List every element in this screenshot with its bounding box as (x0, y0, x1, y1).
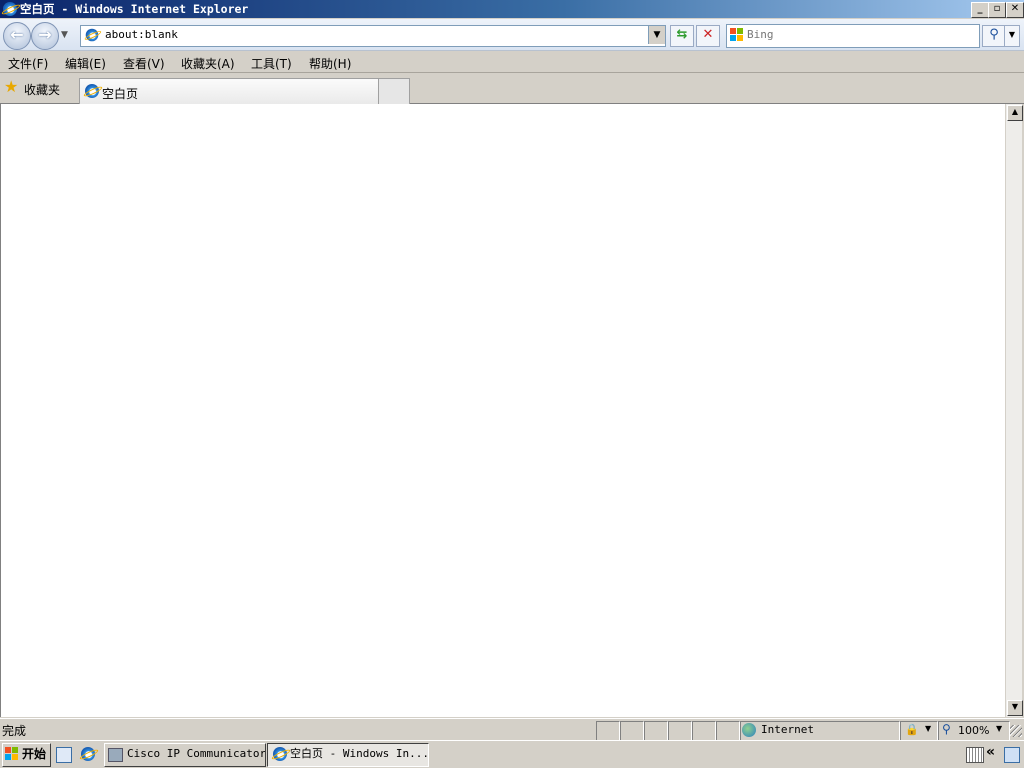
refresh-button[interactable]: ⇆ (670, 25, 694, 47)
security-zone[interactable]: Internet (740, 721, 900, 741)
new-tab-button[interactable] (378, 78, 410, 105)
navigation-bar: ← → ▼ about:blank ▼ ⇆ ✕ Bing ⚲ ▼ (0, 19, 1024, 51)
maximize-button[interactable]: ▫ (988, 2, 1006, 18)
menu-edit[interactable]: 编辑(E) (65, 55, 106, 72)
protected-mode-button[interactable]: 🔒 ▼ (900, 721, 938, 741)
zoom-button[interactable]: ⚲ 100% ▼ (938, 721, 1010, 741)
taskbar-button-ie[interactable]: 空白页 - Windows In... (267, 743, 429, 767)
favorites-bar: ★ 收藏夹 空白页 (0, 74, 1024, 105)
start-button[interactable]: 开始 (2, 743, 51, 767)
status-text: 完成 (2, 724, 27, 738)
menu-favorites[interactable]: 收藏夹(A) (181, 55, 235, 72)
menu-file[interactable]: 文件(F) (8, 55, 48, 72)
status-segment (716, 721, 740, 741)
page-icon (85, 28, 99, 42)
scroll-down-arrow[interactable]: ▼ (1007, 700, 1023, 716)
zoom-level: 100% (958, 724, 990, 737)
globe-icon (742, 723, 756, 737)
status-segment (620, 721, 644, 741)
taskbar-button-label: Cisco IP Communicator (127, 747, 266, 760)
status-segment (644, 721, 668, 741)
favorites-button[interactable]: 收藏夹 (24, 81, 60, 98)
address-dropdown-button[interactable]: ▼ (648, 26, 665, 44)
search-box[interactable]: Bing (726, 24, 980, 48)
chevron-down-icon: ▼ (925, 724, 932, 733)
lock-icon: 🔒 (905, 723, 919, 736)
taskbar: 开始 Cisco IP Communicator 空白页 - Windows I… (0, 740, 1024, 768)
star-icon: ★ (4, 77, 19, 96)
vertical-scrollbar[interactable]: ▲ ▼ (1005, 104, 1023, 717)
quick-launch-ie-icon[interactable] (81, 747, 95, 761)
taskbar-button-label: 空白页 - Windows In... (290, 747, 429, 760)
status-segment (668, 721, 692, 741)
network-icon[interactable] (1004, 747, 1020, 763)
search-options-dropdown[interactable]: ▼ (1004, 25, 1020, 47)
tab-page-icon (85, 84, 99, 98)
ie-logo-icon (3, 2, 17, 16)
menu-view[interactable]: 查看(V) (123, 55, 165, 72)
forward-button[interactable]: → (31, 22, 59, 50)
start-label: 开始 (22, 747, 47, 761)
show-hidden-icons-button[interactable]: « (986, 744, 995, 760)
scroll-up-arrow[interactable]: ▲ (1007, 105, 1023, 121)
minimize-button[interactable]: _ (971, 2, 989, 18)
title-bar[interactable]: 空白页 - Windows Internet Explorer _ ▫ ✕ (0, 0, 1024, 18)
bing-logo-icon (730, 28, 744, 42)
windows-logo-icon (5, 747, 19, 761)
tab-blank-page[interactable]: 空白页 (79, 78, 379, 105)
menu-help[interactable]: 帮助(H) (309, 55, 351, 72)
status-segment (596, 721, 620, 741)
menu-tools[interactable]: 工具(T) (251, 55, 292, 72)
page-content[interactable] (0, 104, 1007, 717)
back-button[interactable]: ← (3, 22, 31, 50)
close-button[interactable]: ✕ (1006, 2, 1024, 18)
keyboard-icon[interactable] (966, 747, 984, 763)
resize-grip[interactable] (1010, 725, 1022, 737)
ie-logo-icon (273, 747, 287, 761)
tab-title: 空白页 (102, 87, 139, 101)
taskbar-button-cisco[interactable]: Cisco IP Communicator (104, 743, 266, 767)
recent-pages-dropdown[interactable]: ▼ (61, 30, 68, 40)
stop-button[interactable]: ✕ (696, 25, 720, 47)
zone-label: Internet (761, 723, 814, 736)
status-segment (692, 721, 716, 741)
phone-icon (108, 748, 123, 762)
show-desktop-icon[interactable] (56, 747, 72, 763)
window-title: 空白页 - Windows Internet Explorer (20, 2, 249, 16)
search-input[interactable]: Bing (747, 28, 774, 41)
address-input[interactable]: about:blank (105, 28, 178, 41)
search-button[interactable]: ⚲ (982, 25, 1006, 47)
menu-bar: 文件(F) 编辑(E) 查看(V) 收藏夹(A) 工具(T) 帮助(H) (0, 52, 1024, 73)
address-bar[interactable]: about:blank ▼ (80, 25, 666, 47)
zoom-icon: ⚲ (942, 722, 951, 736)
status-bar: 完成 Internet 🔒 ▼ ⚲ 100% ▼ (0, 718, 1024, 741)
chevron-down-icon: ▼ (996, 724, 1003, 733)
